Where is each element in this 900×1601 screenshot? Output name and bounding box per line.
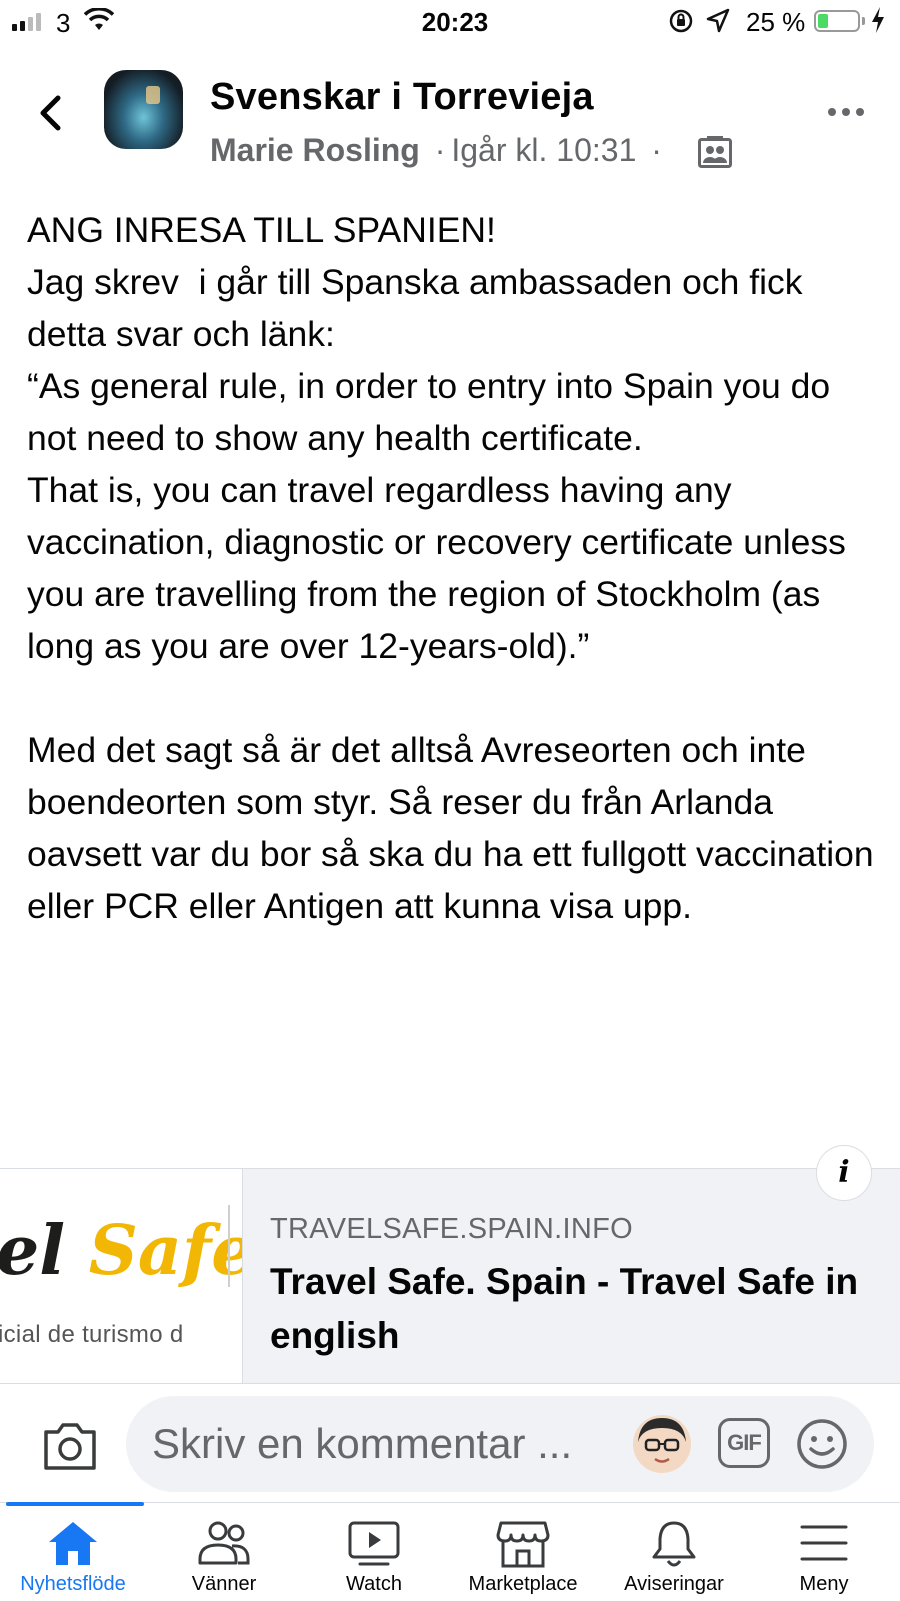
emoji-smile-icon [797,1419,847,1469]
tab-watch[interactable]: Watch [299,1509,449,1599]
author-name[interactable]: Marie Rosling [210,132,420,168]
tab-notifications[interactable]: Aviseringar [599,1509,749,1599]
back-button[interactable] [30,88,74,138]
status-bar: 3 20:23 25 % [0,0,900,44]
watch-icon [346,1519,402,1572]
more-horizontal-icon [828,108,836,116]
camera-button[interactable] [40,1418,100,1474]
post-text: ANG INRESA TILL SPANIEN! Jag skrev i går… [27,210,874,926]
tab-label: Aviseringar [624,1573,724,1595]
post-timestamp[interactable]: Igår kl. 10:31 [451,132,636,168]
active-tab-indicator [6,1502,144,1506]
bell-icon [649,1519,699,1574]
group-avatar[interactable] [104,70,183,149]
members-group-icon [698,136,732,168]
location-arrow-icon [706,8,730,41]
chevron-left-icon [40,95,61,131]
logo-tagline: icial de turismo d [0,1321,184,1348]
camera-icon [44,1423,96,1470]
tab-label: Watch [346,1573,402,1595]
group-name[interactable]: Svenskar i Torrevieja [210,76,594,119]
travelsafe-logo: el Safe [0,1211,243,1291]
link-title[interactable]: Travel Safe. Spain - Travel Safe in engl… [270,1255,890,1363]
info-button[interactable]: i [816,1145,872,1201]
tab-friends[interactable]: Vänner [149,1509,299,1599]
bottom-tab-bar: Nyhetsflöde Vänner Watch Marketplace Avi… [0,1502,900,1601]
tab-label: Marketplace [468,1573,578,1595]
meta-separator: · [651,132,662,168]
user-avatar[interactable] [632,1414,692,1474]
marketplace-icon [495,1519,551,1574]
home-icon [47,1519,99,1572]
post-meta: Marie Rosling · Igår kl. 10:31 · [210,132,662,169]
tab-menu[interactable]: Meny [749,1509,899,1599]
charging-bolt-icon [870,6,886,41]
friends-icon [196,1519,252,1572]
meta-separator: · [434,132,446,168]
battery-percent: 25 % [746,7,806,37]
link-domain: TRAVELSAFE.SPAIN.INFO [270,1213,633,1245]
battery-icon [814,10,860,32]
tab-label: Vänner [191,1573,257,1595]
link-preview-card[interactable]: el Safe icial de turismo d TRAVELSAFE.SP… [0,1145,900,1384]
link-thumbnail[interactable]: el Safe icial de turismo d [0,1169,243,1383]
battery-cap [862,17,865,25]
emoji-button[interactable] [796,1418,848,1470]
menu-icon [799,1519,849,1572]
gif-button[interactable]: GIF [718,1418,770,1468]
tab-label: Meny [799,1573,849,1595]
orientation-lock-icon [668,8,694,41]
more-options-button[interactable] [828,100,868,124]
tab-marketplace[interactable]: Marketplace [448,1509,598,1599]
tab-news-feed[interactable]: Nyhetsflöde [0,1509,148,1599]
tab-label: Nyhetsflöde [20,1573,126,1595]
